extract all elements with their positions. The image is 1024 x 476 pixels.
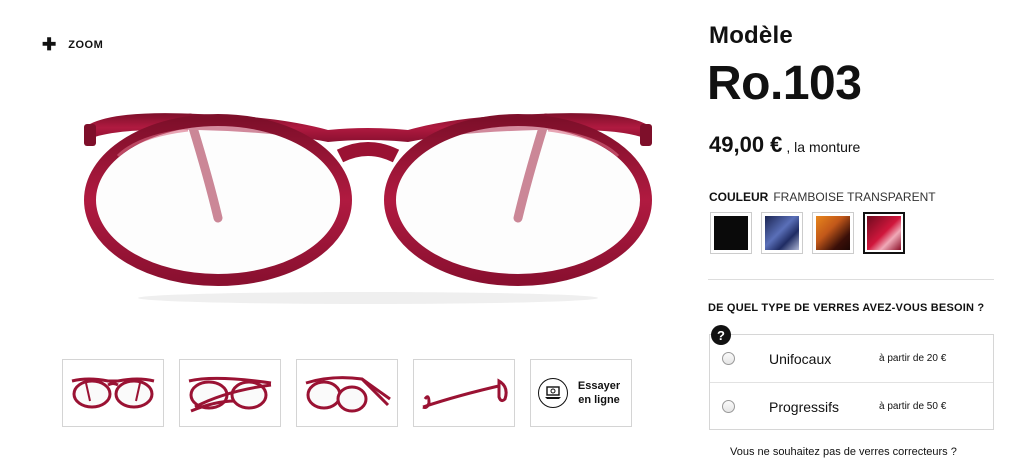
thumbnail-strip: Essayer en ligne (62, 359, 632, 427)
radio-unifocaux[interactable] (722, 352, 735, 365)
model-label: Modèle (709, 22, 793, 49)
lens-option-price: à partir de 50 € (879, 401, 947, 412)
swatch-tortoise[interactable] (812, 212, 854, 254)
try-online-button[interactable]: Essayer en ligne (530, 359, 632, 427)
color-value: FRAMBOISE TRANSPARENT (773, 190, 936, 204)
radio-progressifs[interactable] (722, 400, 735, 413)
lens-option-price: à partir de 20 € (879, 353, 947, 364)
swatch-black[interactable] (710, 212, 752, 254)
thumbnail-side[interactable] (413, 359, 515, 427)
lens-option-label: Unifocaux (769, 350, 832, 367)
product-image (78, 96, 658, 316)
thumbnail-three-quarter[interactable] (179, 359, 281, 427)
lens-option-unifocaux[interactable]: Unifocaux à partir de 20 € (710, 335, 993, 383)
thumbnail-angled[interactable] (296, 359, 398, 427)
zoom-button[interactable]: ✚ ZOOM (42, 36, 103, 53)
price-suffix: , la monture (786, 139, 861, 155)
laptop-icon (538, 378, 568, 408)
help-icon[interactable]: ? (711, 325, 731, 345)
try-online-label: Essayer en ligne (577, 380, 621, 406)
model-name: Ro.103 (707, 57, 862, 110)
divider (708, 279, 994, 280)
no-lens-link[interactable]: Vous ne souhaitez pas de verres correcte… (730, 446, 957, 458)
lens-options: Unifocaux à partir de 20 € Progressifs à… (709, 334, 994, 430)
thumbnail-front[interactable] (62, 359, 164, 427)
plus-icon: ✚ (42, 35, 57, 54)
lens-question: DE QUEL TYPE DE VERRES AVEZ-VOUS BESOIN … (708, 302, 985, 314)
zoom-label: ZOOM (68, 38, 104, 51)
price-line: 49,00 € , la monture (709, 132, 860, 158)
color-swatches (710, 212, 905, 254)
color-label: COULEUR (709, 190, 769, 204)
price: 49,00 € (709, 132, 783, 157)
swatch-framboise[interactable] (863, 212, 905, 254)
color-line: COULEUR FRAMBOISE TRANSPARENT (709, 190, 936, 204)
swatch-blue[interactable] (761, 212, 803, 254)
lens-option-label: Progressifs (769, 398, 840, 415)
lens-option-progressifs[interactable]: Progressifs à partir de 50 € (710, 383, 993, 430)
